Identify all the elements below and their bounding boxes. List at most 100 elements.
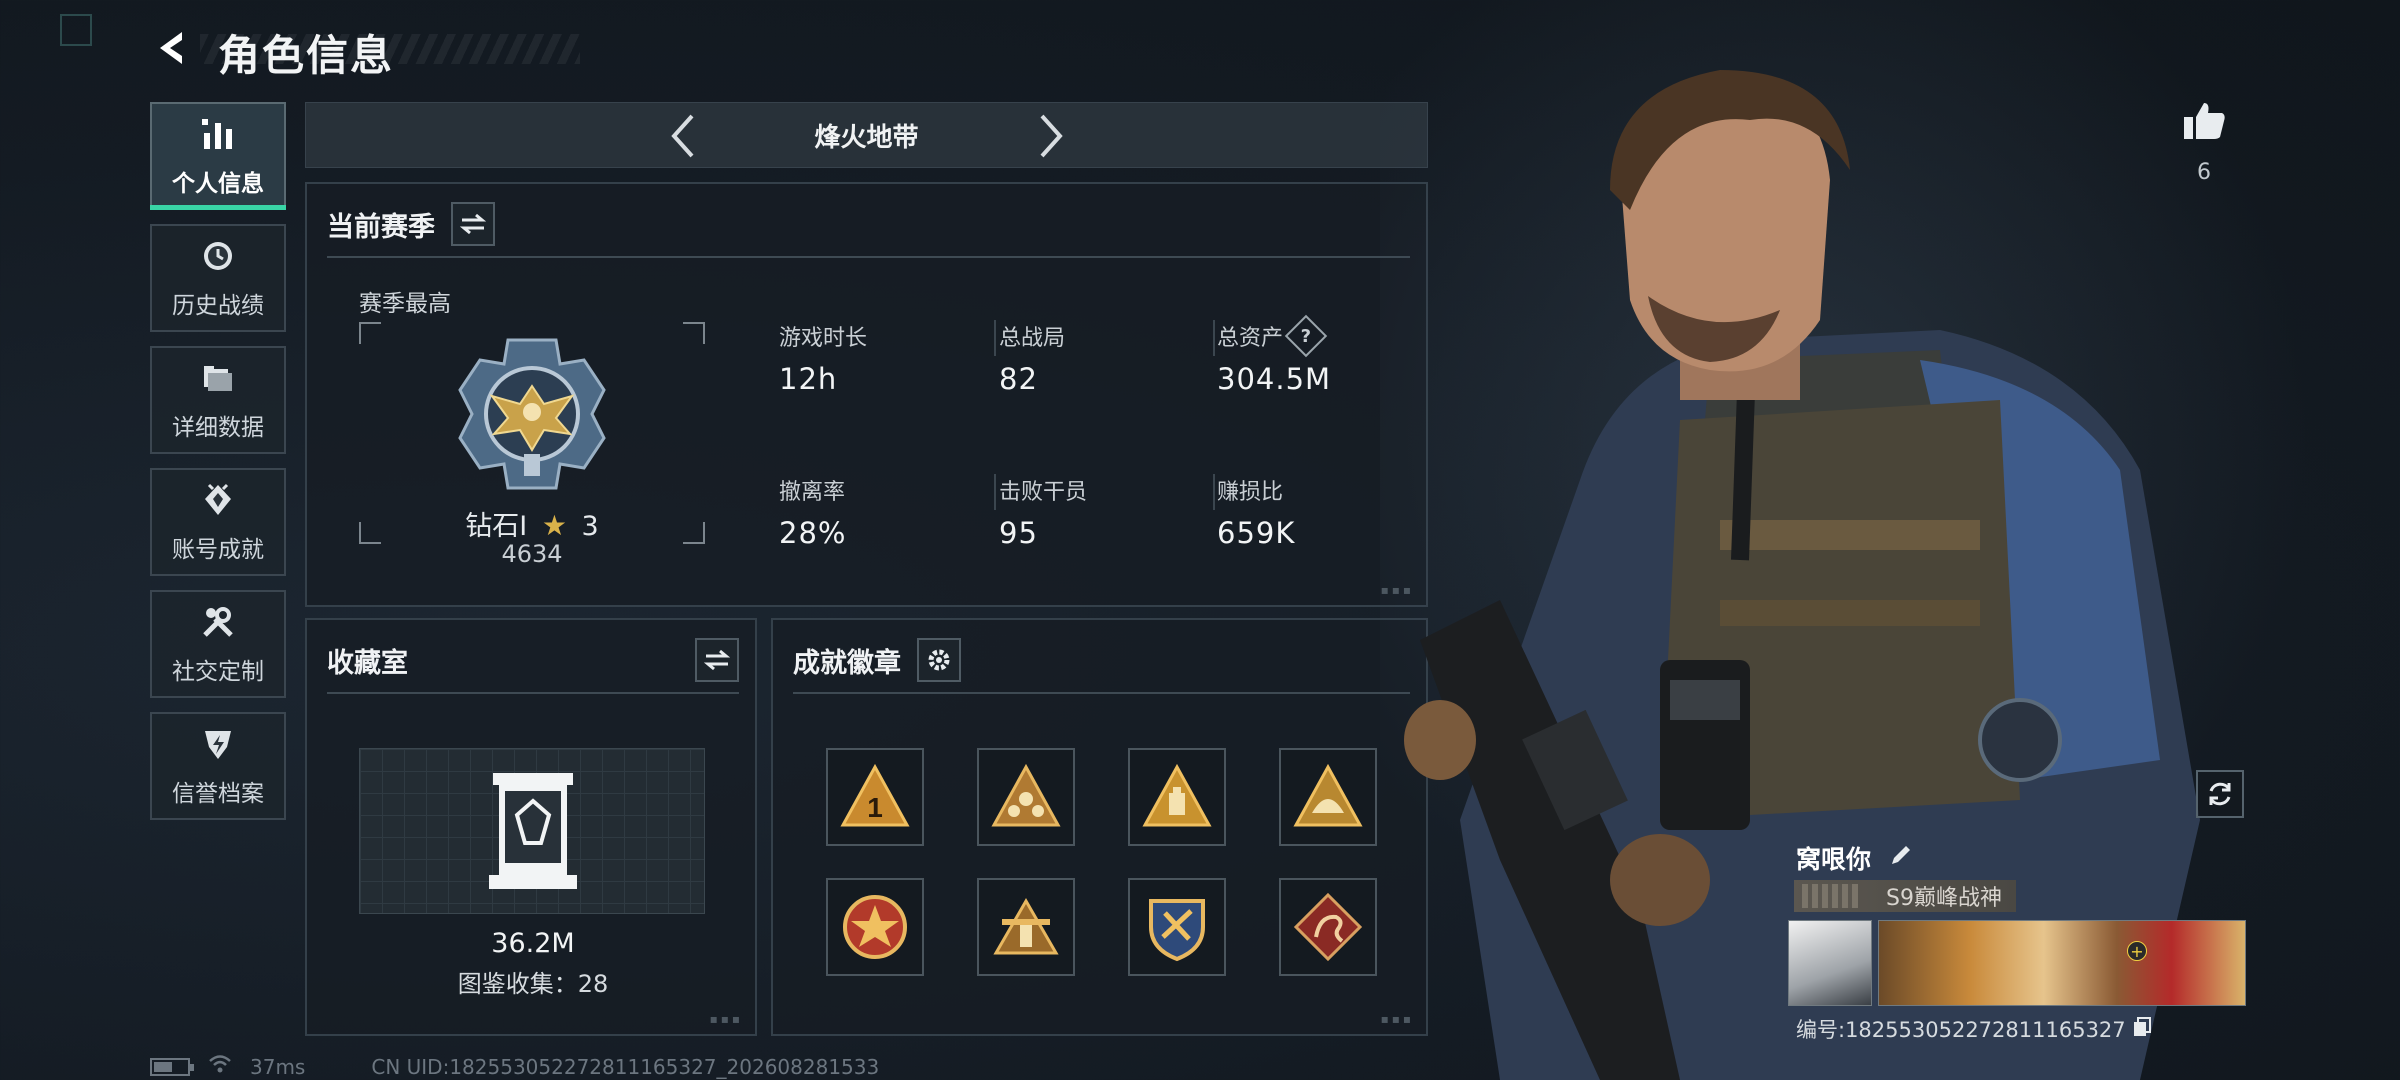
sidebar-item-label: 历史战绩 [172,293,264,319]
corner-decoration: ▪▪▪ [709,1012,743,1026]
corner-frame-icon [60,14,92,46]
swap-arrows-icon [704,649,730,671]
copy-icon[interactable] [2132,1016,2152,1043]
stat-total-assets: 总资产 ? 304.5M [1217,314,1331,396]
player-name: 窝哏你 [1796,845,1872,874]
badge-tile[interactable] [977,748,1075,846]
rank-stars-count: 3 [581,511,599,542]
sidebar-item-label: 个人信息 [172,171,264,197]
chevron-left-icon [671,114,694,158]
thumbs-up-icon [2184,103,2225,139]
diamond-rank-emblem-icon [452,334,612,498]
badge-tile[interactable] [1279,748,1377,846]
avatar[interactable] [1788,920,1872,1006]
bar-chart-icon [198,114,238,154]
badges-panel-title: 成就徽章 [793,647,901,679]
sidebar-item-detailed-data[interactable]: 详细数据 [150,346,286,454]
collection-display-case[interactable] [359,748,705,914]
collection-room-panel[interactable]: 收藏室 36.2M 图鉴收集：28 ▪▪▪ [305,618,757,1036]
back-button[interactable] [150,26,194,70]
rank-score: 4634 [501,540,563,568]
like-count: 6 [2197,160,2211,185]
badge-tile[interactable]: 1 [826,748,924,846]
page-title: 角色信息 [218,31,395,80]
title-emblem-icon [1802,884,1858,908]
player-banner[interactable]: + [1878,920,2246,1006]
badge-tile[interactable] [1128,878,1226,976]
badge-squad-icon [991,763,1061,827]
rank-star-icon: ★ [541,509,567,542]
stat-divider [994,474,996,510]
player-card: 窝哏你 S9巅峰战神 + 编号:1825530522728111653​27 [1788,838,2248,1042]
badge-shield-icon [1149,899,1205,962]
sidebar-item-label: 信誉档案 [172,781,264,807]
collection-panel-title: 收藏室 [327,647,408,679]
header-divider [327,256,1410,258]
previous-mode-button[interactable] [658,111,708,161]
stat-extraction-rate: 撤离率 28% [779,480,847,550]
wrench-icon [198,602,238,642]
switch-collection-button[interactable] [695,638,739,682]
collection-value: 36.2M [491,928,575,959]
badge-settings-button[interactable] [917,638,961,682]
sidebar-item-credit-file[interactable]: 信誉档案 [150,712,286,820]
header-divider [793,692,1410,694]
season-panel-header: 当前赛季 [327,202,495,246]
stat-play-time: 游戏时长 12h [779,326,868,396]
badge-supply-icon [1142,763,1212,827]
collection-panel-header: 收藏室 [327,638,739,682]
sidebar-item-social-custom[interactable]: 社交定制 [150,590,286,698]
help-icon[interactable]: ? [1284,314,1328,358]
sidebar-item-label: 详细数据 [172,415,264,441]
achievement-icon [198,480,238,520]
player-title-tag[interactable]: S9巅峰战神 [1794,880,2016,912]
stat-operators-defeated: 击败干员 95 [999,480,1088,550]
history-clock-icon [198,236,238,276]
battery-icon [150,1057,194,1076]
banner-plus-icon: + [2127,941,2147,961]
badge-tile[interactable] [1128,748,1226,846]
badge-tower-icon [993,897,1059,955]
collection-count: 图鉴收集：28 [457,970,609,998]
back-arrow-icon [160,32,182,64]
svg-text:1: 1 [867,792,883,823]
badges-panel-header: 成就徽章 [793,638,961,682]
sidebar-item-label: 账号成就 [172,537,264,563]
badge-tile[interactable] [826,878,924,976]
badge-helmet-icon [1293,763,1363,827]
rotate-model-button[interactable] [2196,770,2244,818]
header-divider [327,692,739,694]
badge-star-medal-icon [843,895,907,959]
sidebar-item-achievements[interactable]: 账号成就 [150,468,286,576]
stat-divider [994,320,996,356]
stat-profit-ratio: 赚损比 659K [1217,480,1296,550]
sidebar-item-label: 社交定制 [172,659,264,685]
stat-divider [1213,474,1215,510]
wifi-icon [208,1054,232,1079]
sidebar-item-history[interactable]: 历史战绩 [150,224,286,332]
badge-tile[interactable] [977,878,1075,976]
next-mode-button[interactable] [1026,111,1076,161]
pencil-icon [1892,846,1910,864]
stat-divider [1213,320,1215,356]
status-footer: 37ms CN UID:1825530522728111653​27_20260… [150,1054,879,1079]
rank-name: 钻石Ⅰ ★ 3 [465,509,599,542]
player-id: 编号:1825530522728111653​27 [1796,1014,2152,1044]
mode-title: 烽火地带 [814,122,919,153]
mode-tab-bar: 烽火地带 [305,102,1428,168]
refresh-icon [2209,782,2231,806]
achievement-badges-panel: 成就徽章 1 ▪▪▪ [771,618,1428,1036]
display-case-icon [489,773,577,889]
stat-total-matches: 总战局 82 [999,326,1066,396]
uid-text: CN UID:1825530522728111653​27_2026082815… [371,1054,880,1079]
like-button[interactable] [2182,96,2226,146]
badge-dragon-icon [1293,892,1363,962]
badge-tile[interactable] [1279,878,1377,976]
shield-icon [198,724,238,764]
switch-season-button[interactable] [451,202,495,246]
sidebar-item-personal-info[interactable]: 个人信息 [150,102,286,210]
edit-name-button[interactable] [1884,838,1918,872]
gear-icon [928,649,950,671]
current-season-panel: 当前赛季 赛季最高 钻石Ⅰ ★ 3 4634 游戏时长 12h 总战局 82 总… [305,182,1428,607]
swap-arrows-icon [460,213,486,235]
